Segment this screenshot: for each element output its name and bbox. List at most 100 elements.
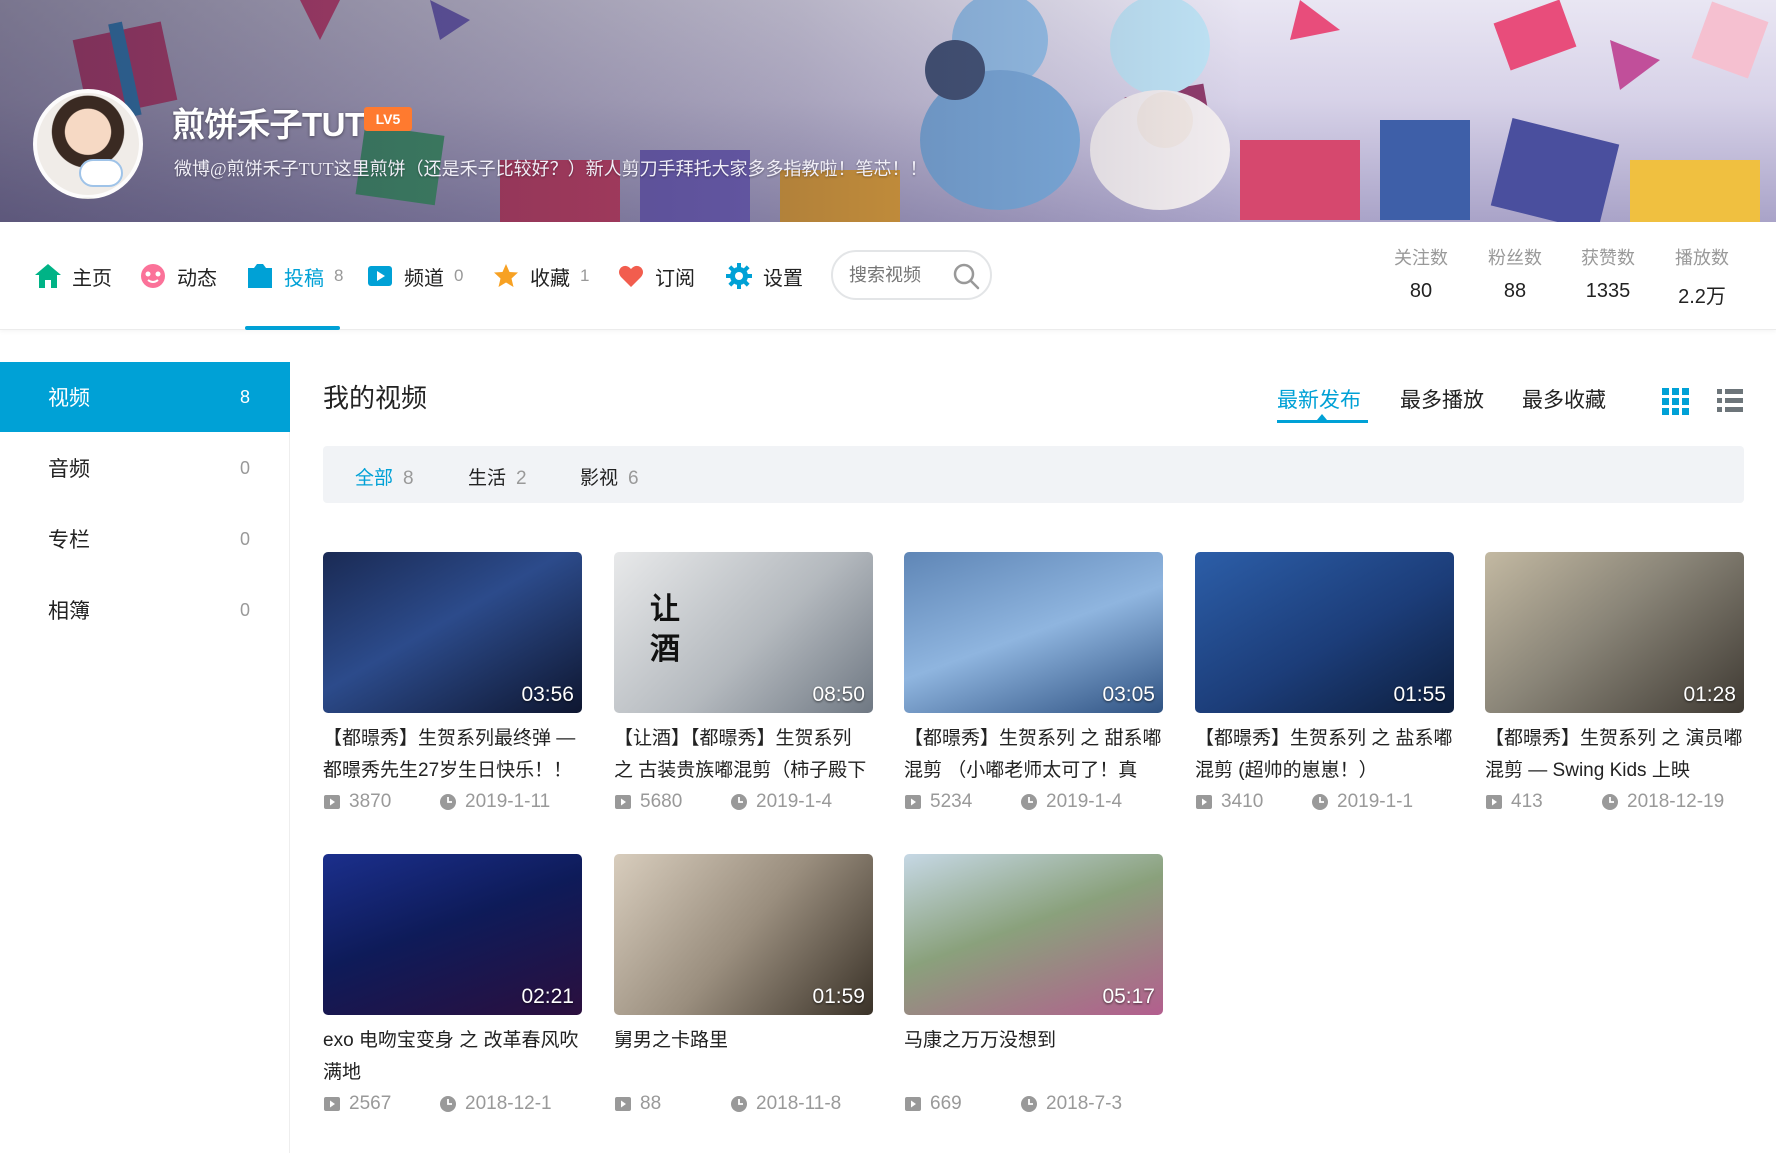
video-title[interactable]: exo 电吻宝变身 之 改革春风吹满地 [323, 1025, 582, 1089]
nav-settings[interactable]: 设置 [725, 260, 803, 292]
play-count-icon [905, 795, 921, 809]
video-card[interactable]: 05:17 马康之万万没想到 669 2018-7-3 [904, 854, 1163, 1121]
video-title[interactable]: 舅男之卡路里 [614, 1025, 873, 1089]
video-duration: 01:28 [1683, 683, 1736, 706]
video-meta: 413 2018-12-19 [1485, 789, 1744, 819]
sidebar-item-articles[interactable]: 专栏 0 [0, 504, 290, 574]
stat-likes: 获赞数 1335 [1581, 248, 1635, 302]
video-duration: 01:55 [1393, 683, 1446, 706]
video-title[interactable]: 【都暻秀】生贺系列 之 演员嘟混剪 — Swing Kids 上映 [1485, 723, 1744, 787]
video-thumbnail[interactable]: 让 酒 08:50 [614, 552, 873, 713]
clock-icon [1021, 794, 1037, 810]
sidebar-item-albums[interactable]: 相簿 0 [0, 575, 290, 645]
activity-icon [141, 264, 165, 288]
video-duration: 03:56 [521, 683, 574, 706]
sort-tab-most-played[interactable]: 最多播放 [1400, 384, 1484, 414]
video-title[interactable]: 【都暻秀】生贺系列 之 甜系嘟混剪 （小嘟老师太可了！真 [904, 723, 1163, 787]
video-thumbnail[interactable]: 01:59 [614, 854, 873, 1015]
video-meta: 3870 2019-1-11 [323, 789, 582, 819]
nav-channel[interactable]: 频道 0 [366, 260, 463, 292]
clock-icon [731, 1096, 747, 1112]
play-count-icon [324, 1097, 340, 1111]
search-icon[interactable] [952, 262, 980, 290]
filter-all[interactable]: 全部 8 [355, 463, 414, 490]
video-card[interactable]: 03:56 【都暻秀】生贺系列最终弹 — 都暻秀先生27岁生日快乐！！ 3870… [323, 552, 582, 819]
clock-icon [1021, 1096, 1037, 1112]
video-card[interactable]: 01:28 【都暻秀】生贺系列 之 演员嘟混剪 — Swing Kids 上映 … [1485, 552, 1744, 819]
sort-active-indicator [1277, 420, 1368, 423]
play-count-icon [324, 795, 340, 809]
video-title[interactable]: 马康之万万没想到 [904, 1025, 1163, 1089]
profile-stats: 关注数 80 粉丝数 88 获赞数 1335 播放数 2.2万 [1376, 244, 1776, 308]
nav-home[interactable]: 主页 [34, 260, 112, 292]
video-thumbnail[interactable]: 01:55 [1195, 552, 1454, 713]
video-thumbnail[interactable]: 01:28 [1485, 552, 1744, 713]
nav-uploads[interactable]: 投稿 8 [246, 260, 343, 292]
nav-favorites[interactable]: 收藏 1 [492, 260, 589, 292]
video-card[interactable]: 让 酒 08:50 【让酒】【都暻秀】生贺系列 之 古装贵族嘟混剪（柿子殿下 5… [614, 552, 873, 819]
play-count-icon [615, 795, 631, 809]
video-title[interactable]: 【都暻秀】生贺系列 之 盐系嘟混剪 (超帅的崽崽！） [1195, 723, 1454, 787]
video-title[interactable]: 【让酒】【都暻秀】生贺系列 之 古装贵族嘟混剪（柿子殿下 [614, 723, 873, 787]
heart-icon [619, 265, 643, 287]
video-card[interactable]: 01:55 【都暻秀】生贺系列 之 盐系嘟混剪 (超帅的崽崽！） 3410 20… [1195, 552, 1454, 819]
video-card[interactable]: 02:21 exo 电吻宝变身 之 改革春风吹满地 2567 2018-12-1 [323, 854, 582, 1121]
filter-life[interactable]: 生活 2 [468, 463, 527, 490]
list-view-icon[interactable] [1715, 386, 1745, 416]
video-thumbnail[interactable]: 03:05 [904, 552, 1163, 713]
nav-active-indicator [245, 326, 340, 330]
search-input[interactable] [849, 264, 954, 286]
clock-icon [1602, 794, 1618, 810]
video-meta: 5680 2019-1-4 [614, 789, 873, 819]
play-count-icon [615, 1097, 631, 1111]
video-meta: 5234 2019-1-4 [904, 789, 1163, 819]
play-count-icon [905, 1097, 921, 1111]
video-duration: 01:59 [812, 985, 865, 1008]
sort-tab-most-favorited[interactable]: 最多收藏 [1522, 384, 1606, 414]
profile-navbar: 主页 动态 投稿 8 频道 0 收藏 1 订阅 设置 搜索视频 关注数 80 粉… [0, 222, 1776, 330]
profile-bio: 微博@煎饼禾子TUT这里煎饼（还是禾子比较好？）新人剪刀手拜托大家多多指教啦！笔… [174, 159, 928, 179]
video-thumbnail[interactable]: 03:56 [323, 552, 582, 713]
thumbnail-caption: 让 酒 [650, 592, 680, 667]
video-duration: 08:50 [812, 683, 865, 706]
clock-icon [440, 794, 456, 810]
stat-followers[interactable]: 粉丝数 88 [1470, 244, 1560, 303]
sidebar-item-video[interactable]: 视频 8 [0, 362, 290, 432]
profile-banner: 煎饼禾子TUT LV5 微博@煎饼禾子TUT这里煎饼（还是禾子比较好？）新人剪刀… [0, 0, 1776, 222]
nav-subscriptions[interactable]: 订阅 [617, 260, 695, 292]
video-meta: 2567 2018-12-1 [323, 1091, 582, 1121]
clock-icon [731, 794, 747, 810]
search-box [831, 250, 992, 300]
video-card[interactable]: 01:59 舅男之卡路里 88 2018-11-8 [614, 854, 873, 1121]
star-icon [494, 264, 518, 287]
video-duration: 05:17 [1102, 985, 1155, 1008]
video-meta: 88 2018-11-8 [614, 1091, 873, 1121]
video-meta: 3410 2019-1-1 [1195, 789, 1454, 819]
upload-icon [248, 264, 272, 288]
video-card[interactable]: 03:05 【都暻秀】生贺系列 之 甜系嘟混剪 （小嘟老师太可了！真 5234 … [904, 552, 1163, 819]
category-filter-bar: 全部 8 生活 2 影视 6 [323, 446, 1744, 503]
username: 煎饼禾子TUT [172, 106, 365, 143]
sort-tab-latest[interactable]: 最新发布 [1277, 384, 1361, 414]
channel-icon [368, 266, 392, 286]
page-title: 我的视频 [323, 383, 428, 413]
video-thumbnail[interactable]: 02:21 [323, 854, 582, 1015]
video-thumbnail[interactable]: 05:17 [904, 854, 1163, 1015]
clock-icon [1312, 794, 1328, 810]
avatar[interactable] [33, 89, 143, 199]
home-icon [35, 264, 61, 288]
nav-activity[interactable]: 动态 [139, 260, 217, 292]
video-meta: 669 2018-7-3 [904, 1091, 1163, 1121]
video-duration: 03:05 [1102, 683, 1155, 706]
level-badge: LV5 [364, 107, 412, 131]
play-count-icon [1196, 795, 1212, 809]
filter-film[interactable]: 影视 6 [580, 463, 639, 490]
video-title[interactable]: 【都暻秀】生贺系列最终弹 — 都暻秀先生27岁生日快乐！！ [323, 723, 582, 787]
stat-plays: 播放数 2.2万 [1675, 248, 1729, 308]
clock-icon [440, 1096, 456, 1112]
video-duration: 02:21 [521, 985, 574, 1008]
sidebar-item-audio[interactable]: 音频 0 [0, 433, 290, 503]
grid-view-icon[interactable] [1660, 386, 1690, 416]
stat-following[interactable]: 关注数 80 [1376, 244, 1466, 303]
play-count-icon [1486, 795, 1502, 809]
